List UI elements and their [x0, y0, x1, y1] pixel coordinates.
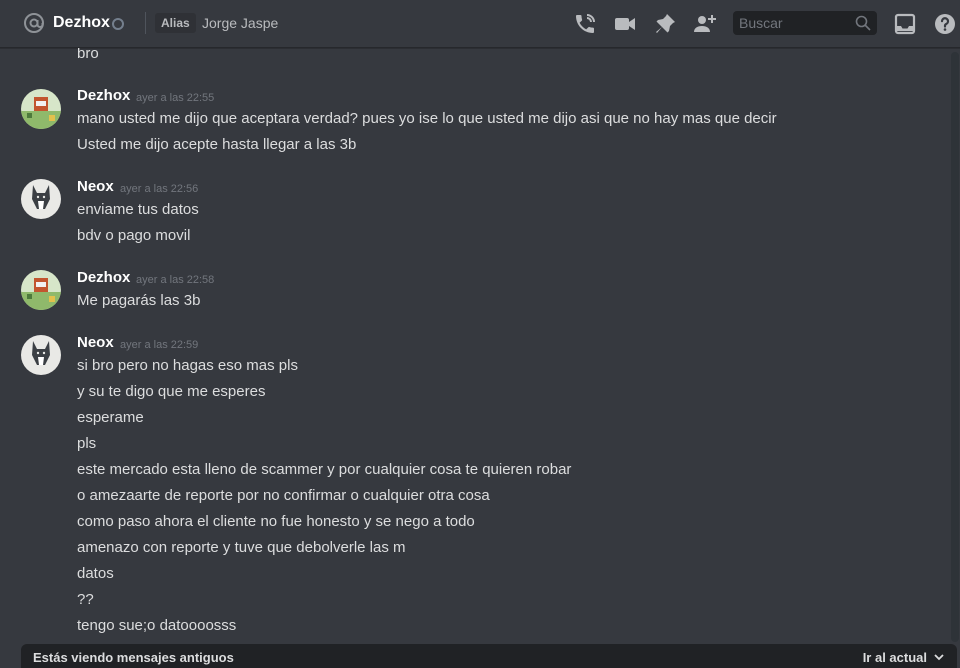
message-author[interactable]: Neox [77, 333, 114, 353]
real-name: Jorge Jaspe [202, 15, 279, 31]
message-line: o amezaarte de reporte por no confirmar … [77, 487, 490, 504]
message-author[interactable]: Dezhox [77, 268, 130, 288]
video-icon[interactable] [613, 12, 637, 36]
message-line: como paso ahora el cliente no fue honest… [77, 513, 475, 530]
message-timestamp: ayer a las 22:59 [120, 339, 199, 351]
add-friend-icon[interactable] [693, 12, 717, 36]
search-input[interactable]: Buscar [739, 15, 783, 31]
alias-badge: Alias [155, 13, 196, 33]
channel-title: Dezhox [53, 14, 110, 31]
message-line: Usted me dijo acepte hasta llegar a las … [77, 136, 357, 153]
pin-icon[interactable] [653, 12, 677, 36]
at-icon [22, 11, 46, 35]
phone-call-icon[interactable] [573, 12, 597, 36]
message-line: bro [77, 48, 99, 62]
chevron-down-icon[interactable] [933, 650, 945, 662]
avatar[interactable] [21, 335, 61, 375]
message-line: esperame [77, 409, 144, 426]
message-line: tengo sue;o datoooosss [77, 617, 237, 634]
channel-header: Dezhox Alias Jorge Jaspe Buscar [0, 0, 960, 48]
message-line: enviame tus datos [77, 201, 199, 218]
message-line: bdv o pago movil [77, 227, 191, 244]
message-timestamp: ayer a las 22:56 [120, 183, 199, 195]
search-icon [855, 15, 871, 31]
search-box[interactable]: Buscar [733, 11, 877, 35]
jump-to-present-button[interactable]: Ir al actual [863, 650, 927, 665]
message-line: Me pagarás las 3b [77, 292, 201, 309]
message-line: datos [77, 565, 114, 582]
message-line: si bro pero no hagas eso mas pls [77, 357, 298, 374]
avatar[interactable] [21, 270, 61, 310]
message-line: pls [77, 435, 97, 452]
message-timestamp: ayer a las 22:58 [136, 274, 215, 286]
message-author[interactable]: Neox [77, 177, 114, 197]
header-divider [145, 12, 146, 34]
message-list[interactable]: bro Dezhox ayer a las 22:55 mano usted m… [0, 48, 960, 644]
message-line: mano usted me dijo que aceptara verdad? … [77, 110, 777, 127]
message-line: y su te digo que me esperes [77, 383, 266, 400]
message-timestamp: ayer a las 22:55 [136, 92, 215, 104]
old-messages-notice: Estás viendo mensajes antiguos [33, 650, 234, 665]
message-line: este mercado esta lleno de scammer y por… [77, 461, 572, 478]
message-author[interactable]: Dezhox [77, 86, 130, 106]
old-messages-bar[interactable]: Estás viendo mensajes antiguos Ir al act… [21, 644, 957, 668]
avatar[interactable] [21, 89, 61, 129]
status-icon [112, 18, 124, 30]
scrollbar-track[interactable] [951, 52, 959, 642]
avatar[interactable] [21, 179, 61, 219]
help-icon[interactable] [933, 12, 957, 36]
message-line: amenazo con reporte y tuve que debolverl… [77, 539, 406, 556]
message-line: ?? [77, 591, 94, 608]
inbox-icon[interactable] [893, 12, 917, 36]
